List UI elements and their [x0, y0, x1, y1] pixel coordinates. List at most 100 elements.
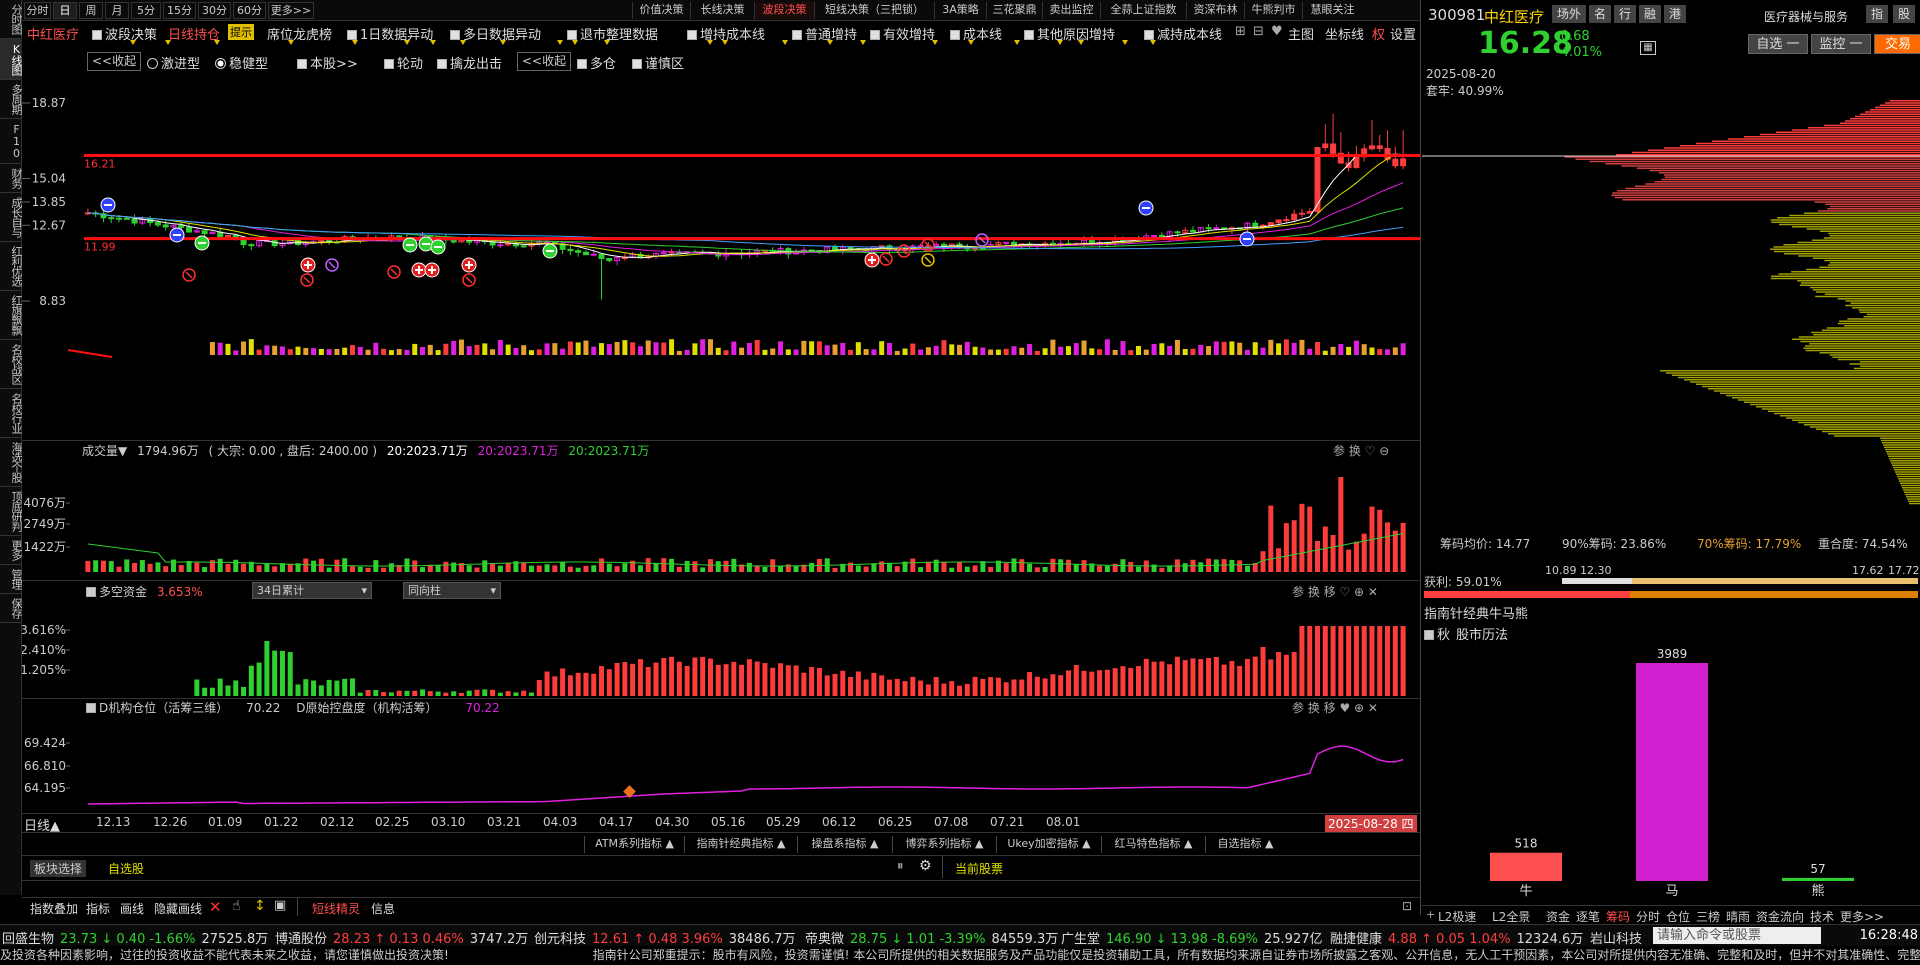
- ticker-item[interactable]: 博通股份 28.23 ↑ 0.13 0.46% 3747.2万: [275, 928, 528, 947]
- market-button-0[interactable]: 场外: [1552, 5, 1586, 23]
- indicator-button[interactable]: 指标: [86, 900, 110, 917]
- strategy-tab-3[interactable]: 短线决策（三把锁）: [814, 2, 934, 19]
- sidebar-item-3[interactable]: F10: [0, 119, 22, 164]
- move-icon[interactable]: ↕: [254, 898, 266, 914]
- indicator-tab-1[interactable]: 指南针经典指标 ▲: [684, 836, 797, 853]
- checkbox-this-stock[interactable]: 本股>>: [297, 53, 358, 72]
- hide-lines-button[interactable]: 隐藏画线: [154, 900, 202, 917]
- chip-distribution-chart[interactable]: [1422, 100, 1920, 520]
- market-button-3[interactable]: 融: [1639, 5, 1661, 23]
- block-select-button[interactable]: 板块选择: [30, 860, 87, 877]
- strategy-tab-8[interactable]: 资深布林: [1186, 2, 1244, 19]
- calculator-icon[interactable]: ▦: [1640, 41, 1656, 55]
- strategy-tab-1[interactable]: 长线决策: [690, 2, 754, 19]
- plus-icon[interactable]: ⊞: [1235, 24, 1246, 39]
- right-tab-0[interactable]: L2极速: [1438, 908, 1476, 925]
- right-tab-3[interactable]: 逐笔: [1576, 908, 1600, 925]
- watchlist-tab[interactable]: 自选股: [108, 860, 144, 877]
- draw-line-button[interactable]: 画线: [120, 900, 144, 917]
- market-button-2[interactable]: 行: [1614, 5, 1636, 23]
- right-tab-4[interactable]: 筹码: [1606, 908, 1630, 925]
- period-tab-1[interactable]: 日: [53, 2, 77, 19]
- action-button-0[interactable]: 自选 一: [1748, 34, 1808, 54]
- sidebar-item-13[interactable]: 管理: [0, 565, 22, 594]
- period-tab-2[interactable]: 周: [79, 2, 103, 19]
- indicator-tab-2[interactable]: 操盘系指标 ▲: [797, 836, 892, 853]
- sidebar-item-8[interactable]: 名校战区: [0, 340, 22, 389]
- heart-icon[interactable]: ♥: [1271, 24, 1283, 39]
- fund-chart[interactable]: 3.616% 2.410% 1.205%: [22, 600, 1420, 700]
- ticker-item[interactable]: 融捷健康 4.88 ↑ 0.05 1.04% 12324.6万: [1330, 928, 1583, 947]
- hand-icon[interactable]: ☝: [232, 898, 241, 914]
- checkbox-catch-dragon[interactable]: 擒龙出击: [437, 53, 502, 72]
- lock-icon[interactable]: ▣: [274, 898, 286, 913]
- period-tab-8[interactable]: 更多>>: [268, 2, 314, 19]
- right-tab-6[interactable]: 仓位: [1666, 908, 1690, 925]
- strategy-tab-0[interactable]: 价值决策: [632, 2, 690, 19]
- radio-stable[interactable]: 稳健型: [215, 53, 268, 72]
- ticker-item[interactable]: 帝奥微 28.75 ↓ 1.01 -3.39% 84559.3万: [805, 928, 1058, 947]
- right-tab-8[interactable]: 晴雨: [1726, 908, 1750, 925]
- period-tab-4[interactable]: 5分: [131, 2, 161, 19]
- indicator-tab-4[interactable]: Ukey加密指标 ▲: [996, 836, 1101, 853]
- right-tab-2[interactable]: 资金: [1546, 908, 1570, 925]
- indicator-tab-5[interactable]: 红马特色指标 ▲: [1101, 836, 1205, 853]
- strategy-tab-7[interactable]: 全蒜上证指数: [1100, 2, 1186, 19]
- period-tab-7[interactable]: 60分: [233, 2, 266, 19]
- period-tab-0[interactable]: 分时: [24, 2, 51, 19]
- bull-panel-title[interactable]: 指南针经典牛马熊: [1424, 603, 1528, 622]
- strategy-tab-6[interactable]: 卖出监控: [1042, 2, 1100, 19]
- inst-panel-icons[interactable]: 参 换 移 ♥ ⊕ ✕: [1292, 699, 1378, 716]
- current-stock-tab[interactable]: 当前股票: [955, 860, 1003, 877]
- plus-icon[interactable]: +: [1426, 908, 1435, 921]
- right-tab-9[interactable]: 资金流向: [1756, 908, 1804, 925]
- accumulation-select[interactable]: 34日累计 ▾: [252, 582, 372, 599]
- sidebar-item-9[interactable]: 名校行业: [0, 389, 22, 438]
- institution-chart[interactable]: 69.424 66.810 64.195: [22, 716, 1420, 813]
- collapse-button-2[interactable]: <<收起: [517, 52, 572, 71]
- sidebar-item-10[interactable]: 海选个股: [0, 438, 22, 487]
- sidebar-item-0[interactable]: 分时图: [0, 0, 22, 39]
- expand-icon[interactable]: ⊡: [1402, 899, 1412, 913]
- strategy-tab-9[interactable]: 牛熊判市: [1244, 2, 1302, 19]
- indicator-tab-6[interactable]: 自选指标 ▲: [1205, 836, 1285, 853]
- pause-icon[interactable]: ⏸: [897, 859, 904, 874]
- period-tab-5[interactable]: 15分: [163, 2, 196, 19]
- strategy-tab-5[interactable]: 三花聚鼎: [986, 2, 1042, 19]
- volume-panel-icons[interactable]: 参 换 ♡ ⊖: [1333, 442, 1389, 459]
- candlestick-chart[interactable]: 18.87 15.04 13.85 12.67 8.83 16.21 11.99: [22, 75, 1420, 440]
- info-tab[interactable]: 信息: [371, 900, 395, 917]
- sidebar-item-12[interactable]: 更多: [0, 536, 22, 565]
- strategy-tab-10[interactable]: 慧眼关注: [1302, 2, 1362, 19]
- ticker-item[interactable]: 创元科技 12.61 ↑ 0.48 3.96% 38486.7万: [534, 928, 796, 947]
- gear-icon[interactable]: ⚙: [919, 858, 932, 874]
- strategy-tab-4[interactable]: 3A策略: [934, 2, 986, 19]
- right-tab-11[interactable]: 更多>>: [1840, 908, 1884, 925]
- indicator-tab-0[interactable]: ATM系列指标 ▲: [584, 836, 684, 853]
- index-button-1[interactable]: 股: [1893, 5, 1915, 23]
- right-tab-7[interactable]: 三榜: [1696, 908, 1720, 925]
- industry-label[interactable]: 医疗器械与服务: [1764, 8, 1848, 25]
- action-button-1[interactable]: 监控 一: [1811, 34, 1871, 54]
- right-tab-1[interactable]: L2全景: [1492, 908, 1530, 925]
- ticker-item[interactable]: 广生堂 146.90 ↓ 13.98 -8.69% 25.927亿: [1061, 928, 1323, 947]
- sidebar-item-2[interactable]: 多周期: [0, 80, 22, 119]
- sidebar-item-6[interactable]: 红利优选: [0, 242, 22, 291]
- right-tab-5[interactable]: 分时: [1636, 908, 1660, 925]
- collapse-button[interactable]: <<收起: [87, 52, 142, 71]
- inst-title[interactable]: D机构仓位（活筹三维）: [99, 701, 228, 715]
- market-button-1[interactable]: 名: [1589, 5, 1611, 23]
- delete-icon[interactable]: ✕: [209, 898, 222, 916]
- ticker-item[interactable]: 回盛生物 23.73 ↓ 0.40 -1.66% 27525.8万: [2, 928, 268, 947]
- action-button-2[interactable]: 交易: [1874, 34, 1920, 54]
- checkbox-rotate[interactable]: 轮动: [384, 53, 423, 72]
- radio-radical[interactable]: 激进型: [147, 53, 200, 72]
- sidebar-item-1[interactable]: K线图: [0, 39, 22, 80]
- strategy-tab-2[interactable]: 波段决策: [754, 2, 814, 19]
- period-tab-6[interactable]: 30分: [198, 2, 231, 19]
- index-button-0[interactable]: 指: [1866, 5, 1888, 23]
- ticker-item[interactable]: 岩山科技: [1590, 928, 1648, 947]
- index-overlay-button[interactable]: 指数叠加: [30, 900, 78, 917]
- fund-title[interactable]: 多空资金: [99, 585, 147, 599]
- sidebar-item-4[interactable]: 财务: [0, 164, 22, 193]
